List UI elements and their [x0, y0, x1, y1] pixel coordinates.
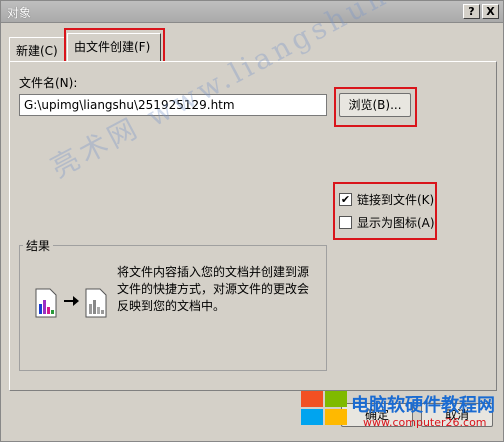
site-logo: 电脑软硬件教程网 www.computer26.com — [301, 383, 504, 443]
highlight-browse — [334, 87, 417, 127]
document-chart-icon — [35, 288, 57, 318]
site-url: www.computer26.com — [363, 416, 487, 429]
object-dialog: 对象 ? X 新建(C) 由文件创建(F) 文件名(N): G:\upimg\l… — [0, 0, 504, 442]
site-name: 电脑软硬件教程网 — [351, 395, 495, 416]
highlight-checkboxes — [333, 182, 437, 240]
result-title: 结果 — [23, 237, 54, 254]
result-description: 将文件内容插入您的文档并创建到源文件的快捷方式，对源文件的更改会反映到您的文档中… — [117, 265, 310, 313]
document-link-icon — [85, 288, 107, 318]
help-button[interactable]: ? — [463, 4, 480, 19]
tab-new[interactable]: 新建(C) — [9, 37, 66, 61]
close-button[interactable]: X — [482, 4, 499, 19]
arrow-right-icon — [63, 294, 81, 308]
title-bar: 对象 ? X — [1, 1, 503, 23]
dialog-title: 对象 — [7, 6, 32, 20]
filename-label: 文件名(N): — [19, 76, 78, 90]
